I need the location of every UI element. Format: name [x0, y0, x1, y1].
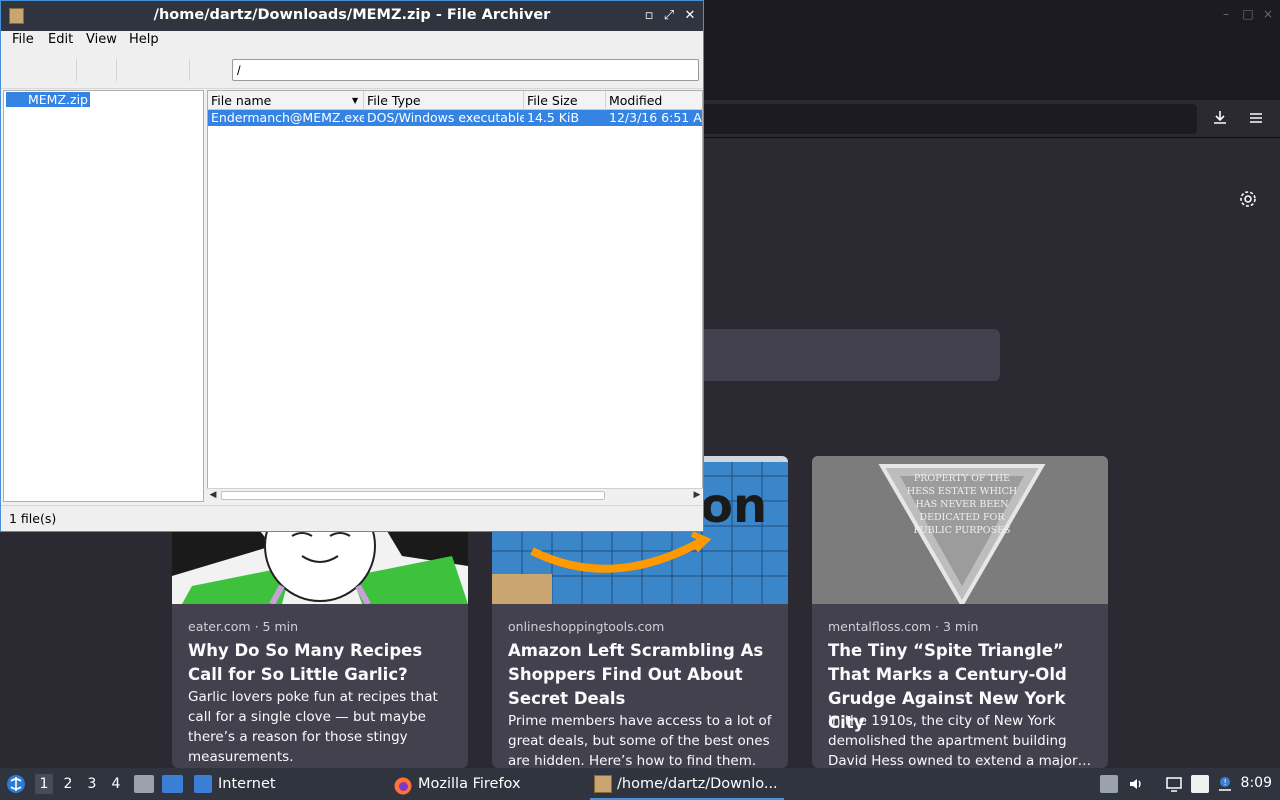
eject-icon[interactable]	[1100, 775, 1118, 793]
network-icon[interactable]	[1165, 775, 1183, 793]
file-archiver-window: /home/dartz/Downloads/MEMZ.zip - File Ar…	[0, 0, 704, 532]
gear-icon[interactable]	[1238, 189, 1260, 211]
column-header-size[interactable]: File Size	[524, 91, 606, 110]
download-icon[interactable]	[1210, 108, 1232, 130]
maximize-icon[interactable]: □	[1240, 6, 1256, 22]
close-icon[interactable]: ×	[1260, 6, 1276, 22]
location-input[interactable]	[232, 59, 699, 81]
story-source: onlineshoppingtools.com	[508, 619, 665, 634]
desktop-icon[interactable]	[162, 775, 183, 793]
file-list: File name ▼ File Type File Size Modified…	[207, 90, 703, 502]
workspace-2[interactable]: 2	[59, 776, 77, 792]
spite-triangle-text: PROPERTY OF THE HESS ESTATE WHICH HAS NE…	[906, 473, 1018, 536]
story-image: PROPERTY OF THE HESS ESTATE WHICH HAS NE…	[812, 456, 1108, 604]
scroll-left-icon[interactable]: ◀	[207, 489, 219, 502]
story-description: In the 1910s, the city of New York demol…	[828, 713, 1092, 768]
story-description: Garlic lovers poke fun at recipes that c…	[188, 689, 438, 765]
workspace-4[interactable]: 4	[107, 776, 125, 792]
cell-type: DOS/Windows executable	[367, 110, 524, 125]
window-title: /home/dartz/Downloads/MEMZ.zip - File Ar…	[153, 7, 551, 23]
folder-icon	[194, 775, 212, 793]
story-description: Prime members have access to a lot of gr…	[508, 713, 772, 768]
start-menu-icon[interactable]	[5, 773, 27, 795]
workspace-3[interactable]: 3	[83, 776, 101, 792]
menubar: File Edit View Help	[1, 31, 703, 51]
scroll-right-icon[interactable]: ▶	[691, 489, 703, 502]
column-header-type[interactable]: File Type	[364, 91, 524, 110]
maximize-icon[interactable]: ⤢	[661, 7, 677, 25]
toolbar-separator	[116, 59, 117, 81]
firefox-icon	[394, 775, 412, 795]
column-header-name[interactable]: File name ▼	[208, 91, 364, 110]
menu-view[interactable]: View	[86, 32, 117, 47]
horizontal-scrollbar[interactable]: ◀ ▶	[207, 488, 703, 502]
clock[interactable]: 8:09	[1241, 775, 1272, 791]
status-text: 1 file(s)	[9, 511, 57, 526]
file-manager-icon[interactable]	[134, 775, 154, 793]
cell-name: Endermanch@MEMZ.exe	[211, 110, 364, 125]
close-icon[interactable]: ✕	[682, 7, 698, 25]
sort-desc-icon: ▼	[352, 96, 359, 105]
task-internet-label: Internet	[218, 776, 276, 792]
tree-root-node[interactable]: MEMZ.zip	[6, 92, 90, 107]
scrollbar-thumb[interactable]	[221, 491, 605, 500]
cell-modified: 12/3/16 6:51 AM	[609, 110, 703, 125]
task-archiver[interactable]: /home/dartz/Downlo...	[590, 768, 784, 800]
store-sign-text: on	[700, 478, 767, 534]
hamburger-menu-icon[interactable]	[1246, 108, 1268, 130]
story-title[interactable]: Why Do So Many Recipes Call for So Littl…	[188, 639, 458, 687]
task-archiver-label: /home/dartz/Downlo...	[617, 776, 778, 792]
notification-icon[interactable]: !	[1216, 775, 1234, 793]
column-header-modified[interactable]: Modified	[606, 91, 702, 110]
story-title[interactable]: Amazon Left Scrambling As Shoppers Find …	[508, 639, 778, 711]
task-firefox[interactable]: Mozilla Firefox	[394, 768, 584, 800]
toolbar-separator	[189, 59, 190, 81]
folder-tree: MEMZ.zip	[3, 90, 204, 502]
menu-file[interactable]: File	[12, 32, 34, 47]
minimize-icon[interactable]: –	[1218, 6, 1234, 22]
task-firefox-label: Mozilla Firefox	[418, 776, 521, 792]
story-source: mentalfloss.com · 3 min	[828, 619, 979, 634]
workspace-1[interactable]: 1	[35, 774, 53, 794]
toolbar-separator	[76, 59, 77, 81]
minimize-icon[interactable]: ▫	[641, 7, 657, 25]
toolbar	[1, 51, 703, 89]
svg-text:!: !	[1224, 778, 1227, 787]
task-internet[interactable]: Internet	[194, 768, 374, 800]
cell-size: 14.5 KiB	[527, 110, 580, 125]
clipboard-icon[interactable]	[1191, 775, 1209, 793]
archive-app-icon	[594, 775, 612, 793]
column-header-name-label: File name	[211, 93, 272, 108]
story-source: eater.com · 5 min	[188, 619, 299, 634]
file-list-header: File name ▼ File Type File Size Modified	[208, 91, 702, 110]
archiver-titlebar[interactable]: /home/dartz/Downloads/MEMZ.zip - File Ar…	[1, 1, 703, 31]
volume-icon[interactable]	[1127, 775, 1145, 793]
taskbar: 1 2 3 4 Internet Mozilla Firefox /home/d…	[0, 768, 1280, 800]
menu-help[interactable]: Help	[129, 32, 159, 47]
menu-edit[interactable]: Edit	[48, 32, 73, 47]
story-card[interactable]: PROPERTY OF THE HESS ESTATE WHICH HAS NE…	[812, 456, 1108, 768]
table-row[interactable]: Endermanch@MEMZ.exe DOS/Windows executab…	[208, 110, 703, 126]
status-bar: 1 file(s)	[1, 505, 703, 531]
